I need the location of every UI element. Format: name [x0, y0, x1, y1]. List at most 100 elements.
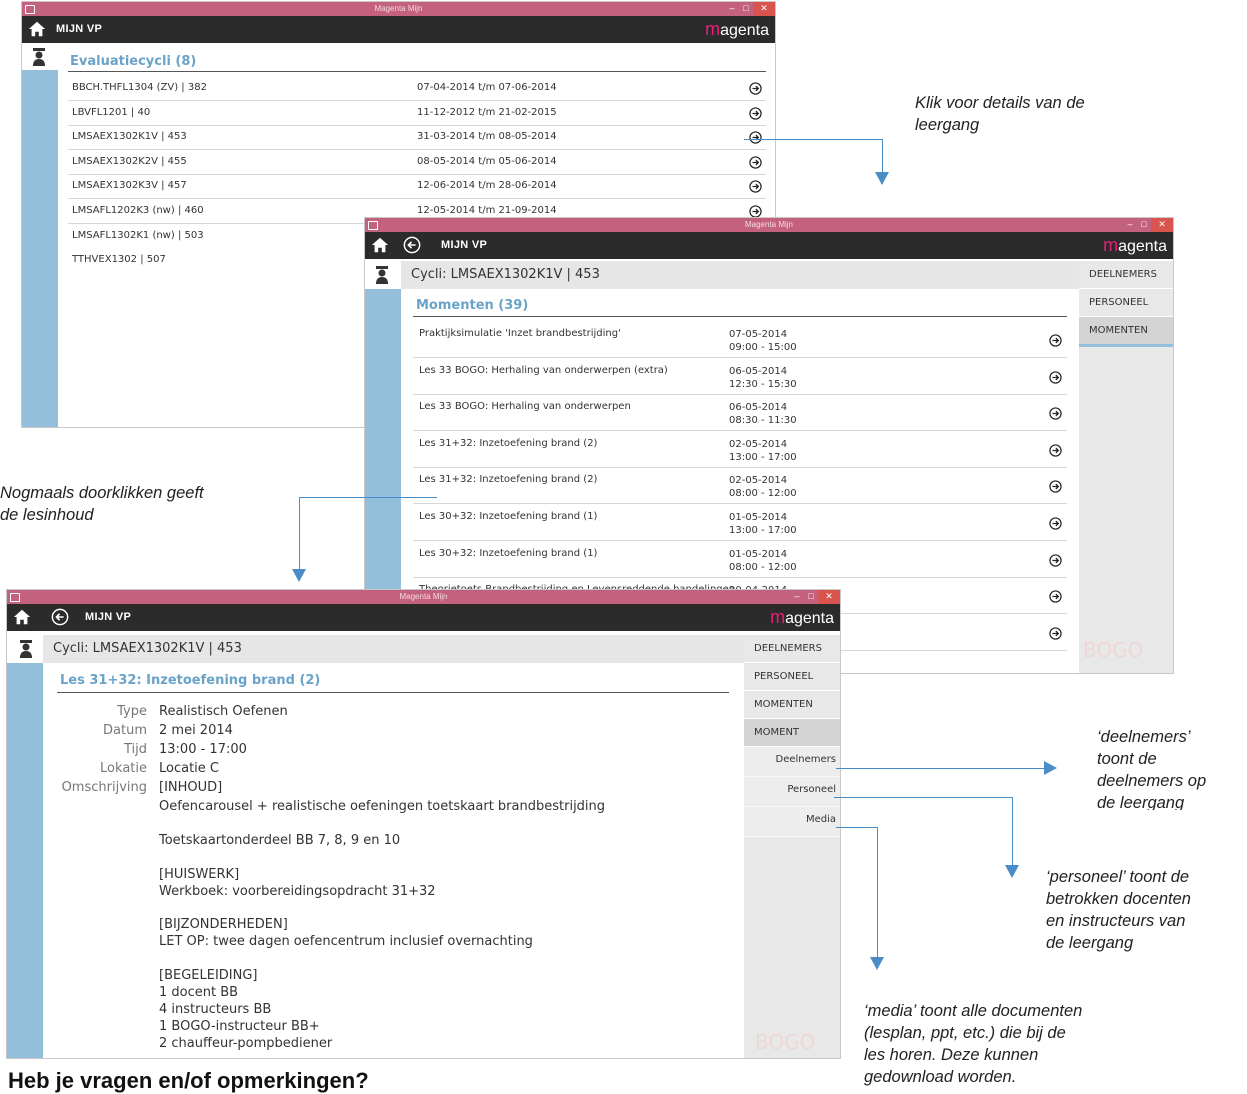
annotation-line: ‘media’ toont alle documenten	[864, 1002, 1083, 1020]
open-arrow-icon[interactable]	[749, 106, 762, 120]
app-icon	[10, 593, 20, 602]
moment-time: 12:30 - 15:30	[729, 378, 797, 390]
open-arrow-icon[interactable]	[1049, 627, 1062, 640]
close-button[interactable]: ✕	[1151, 218, 1173, 232]
open-arrow-icon[interactable]	[1049, 407, 1062, 420]
cycle-title: Cycli: LMSAEX1302K1V | 453	[43, 635, 744, 663]
logo-rest: agenta	[1118, 238, 1167, 255]
subtab-media[interactable]: Media	[744, 807, 840, 837]
open-arrow-icon[interactable]	[749, 131, 762, 144]
home-icon[interactable]	[13, 608, 31, 626]
moment-time: 08:00 - 12:00	[729, 488, 797, 500]
arrow-down-icon	[1005, 865, 1019, 878]
minimize-button[interactable]: –	[790, 590, 804, 604]
open-arrow-icon[interactable]	[1049, 480, 1062, 494]
tab-deelnemers[interactable]: DEELNEMERS	[1079, 261, 1173, 289]
minimize-button[interactable]: –	[725, 2, 739, 16]
open-arrow-icon[interactable]	[1049, 334, 1062, 347]
maximize-button[interactable]: □	[804, 590, 818, 604]
maximize-button[interactable]: □	[1137, 218, 1151, 232]
tab-moment[interactable]: MOMENT	[744, 719, 840, 747]
cycle-code: LMSAFL1302K1 (nw) | 503	[72, 229, 204, 241]
window-controls: – □ ✕	[790, 590, 840, 604]
open-arrow-icon[interactable]	[1049, 517, 1062, 530]
cycle-period: 12-06-2014 t/m 28-06-2014	[417, 180, 557, 192]
open-arrow-icon[interactable]	[749, 205, 762, 218]
back-icon[interactable]	[51, 608, 69, 626]
list-item[interactable]: Les 31+32: Inzetoefening brand (2) 02-05-…	[413, 431, 1067, 468]
field-value: [INHOUD]	[159, 780, 223, 795]
description-line: [BIJZONDERHEDEN]	[159, 917, 288, 933]
open-arrow-icon[interactable]	[749, 156, 762, 169]
top-bar: MIJN VP magenta	[7, 604, 840, 631]
subtab-personeel[interactable]: Personeel	[744, 777, 840, 807]
moment-date: 06-05-2014	[729, 402, 788, 414]
open-arrow-icon[interactable]	[749, 180, 762, 194]
annotation-line: ‘deelnemers’	[1097, 728, 1191, 746]
open-arrow-icon[interactable]	[1049, 553, 1062, 567]
table-row[interactable]: LMSAEX1302K1V | 453 31-03-2014 t/m 08-05-…	[68, 125, 766, 151]
annotation-line: (lesplan, ppt, etc.) die bij de	[864, 1024, 1066, 1042]
moment-date: 07-05-2014	[729, 329, 788, 340]
field-label: Omschrijving	[61, 780, 147, 795]
list-item[interactable]: Les 30+32: Inzetoefening brand (1) 01-05-…	[413, 541, 1067, 578]
right-panel: DEELNEMERS PERSONEEL MOMENTEN MOMENT Dee…	[744, 635, 840, 1058]
field-value: Locatie C	[159, 761, 219, 776]
home-icon[interactable]	[28, 20, 46, 38]
table-row[interactable]: LMSAEX1302K3V | 457 12-06-2014 t/m 28-06-…	[68, 174, 766, 200]
description-line: 1 docent BB	[159, 984, 239, 1000]
list-item[interactable]: Praktijksimulatie 'Inzet brandbestrijdin…	[413, 321, 1067, 358]
field-label: Type	[117, 704, 147, 719]
annotation-personeel: ‘personeel’ toont de betrokken docenten …	[1046, 866, 1191, 954]
minimize-button[interactable]: –	[1123, 218, 1137, 232]
moment-date: 06-05-2014	[729, 365, 788, 377]
annotation-line: de leergang	[1046, 934, 1134, 952]
field-value: 2 mei 2014	[159, 723, 233, 738]
open-arrow-icon[interactable]	[1049, 370, 1062, 384]
maximize-button[interactable]: □	[739, 2, 753, 16]
subtab-deelnemers[interactable]: Deelnemers	[744, 747, 840, 777]
list-item[interactable]: Les 31+32: Inzetoefening brand (2) 02-05-…	[413, 467, 1067, 505]
back-icon[interactable]	[403, 236, 421, 254]
open-arrow-icon[interactable]	[749, 82, 762, 95]
arrow-down-icon	[870, 957, 884, 970]
magenta-logo: magenta	[1103, 232, 1167, 260]
annotation-line: ‘personeel’ toont de	[1046, 868, 1190, 886]
table-row[interactable]: LMSAEX1302K2V | 455 08-05-2014 t/m 05-06-…	[68, 150, 766, 175]
cycle-code: LMSAEX1302K1V | 453	[72, 131, 187, 143]
cycle-period: 12-05-2014 t/m 21-09-2014	[417, 205, 557, 216]
connector-line	[877, 827, 878, 957]
open-arrow-icon[interactable]	[1049, 444, 1062, 457]
list-item[interactable]: Les 30+32: Inzetoefening brand (1) 01-05-…	[413, 504, 1067, 541]
bogo-watermark: BOGO	[1083, 638, 1144, 662]
tab-momenten[interactable]: MOMENTEN	[1079, 317, 1173, 347]
title-bar: Magenta Mijn – □ ✕	[7, 590, 840, 604]
close-button[interactable]: ✕	[818, 590, 840, 604]
table-row[interactable]: BBCH.THFL1304 (ZV) | 382 07-04-2014 t/m 0…	[68, 76, 766, 101]
list-item[interactable]: Les 33 BOGO: Herhaling van onderwerpen (…	[413, 358, 1067, 395]
connector-line	[836, 768, 1045, 769]
tab-deelnemers[interactable]: DEELNEMERS	[744, 635, 840, 663]
window-title: Magenta Mijn	[744, 220, 794, 229]
moment-name: Les 33 BOGO: Herhaling van onderwerpen (…	[419, 364, 668, 376]
window-title: Magenta Mijn	[399, 592, 448, 601]
student-icon	[33, 48, 45, 66]
annotation-line: de leergang	[1097, 794, 1185, 810]
tab-personeel[interactable]: PERSONEEL	[1079, 289, 1173, 317]
window-moment-detail: Magenta Mijn – □ ✕ MIJN VP magenta Cycli…	[7, 590, 840, 1058]
close-button[interactable]: ✕	[753, 2, 775, 16]
field-label: Datum	[103, 723, 147, 738]
list-item[interactable]: Les 33 BOGO: Herhaling van onderwerpen 06…	[413, 394, 1067, 432]
tab-personeel[interactable]: PERSONEEL	[744, 663, 840, 691]
table-row[interactable]: LBVFL1201 | 40 11-12-2012 t/m 21-02-2015	[68, 101, 766, 126]
open-arrow-icon[interactable]	[1049, 590, 1062, 603]
logo-m: m	[1103, 235, 1119, 255]
cycle-code: LMSAFL1202K3 (nw) | 460	[72, 205, 204, 216]
cycle-period: 08-05-2014 t/m 05-06-2014	[417, 155, 557, 167]
home-icon[interactable]	[371, 236, 389, 254]
description-line: [BEGELEIDING]	[159, 968, 258, 983]
title-bar: Magenta Mijn – □ ✕	[365, 218, 1173, 232]
tab-momenten[interactable]: MOMENTEN	[744, 691, 840, 719]
cycle-period: 31-03-2014 t/m 08-05-2014	[417, 131, 557, 143]
arrow-down-icon	[875, 172, 889, 185]
